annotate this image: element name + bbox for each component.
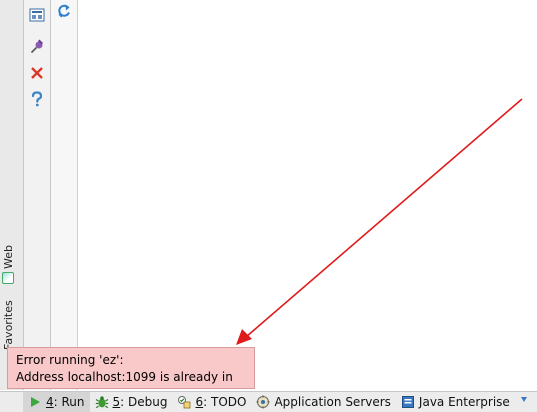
tab-application-servers[interactable]: Application Servers xyxy=(251,392,395,412)
tab-java-enterprise-label: Java Enterprise xyxy=(418,395,510,409)
tab-java-enterprise[interactable]: Java Enterprise xyxy=(396,392,515,412)
help-button[interactable] xyxy=(28,90,46,108)
refresh-icon xyxy=(58,4,70,18)
close-button[interactable] xyxy=(28,64,46,82)
pin-icon xyxy=(30,39,43,54)
tab-run[interactable]: 4: Run xyxy=(23,392,90,412)
tool-window-toolbar xyxy=(24,0,51,390)
bottom-tool-window-bar: 4: Run 5: Debug 6: TODO Application Serv… xyxy=(0,391,537,412)
debug-bug-icon xyxy=(95,395,109,409)
overflow-icon xyxy=(517,395,531,409)
tab-debug-label: 5: Debug xyxy=(112,395,168,409)
tab-todo-label: 6: TODO xyxy=(195,395,247,409)
help-icon xyxy=(31,91,43,107)
tab-web-label: Web xyxy=(2,245,15,269)
run-console-output[interactable] xyxy=(78,0,537,390)
java-enterprise-icon xyxy=(401,395,415,409)
pin-button[interactable] xyxy=(28,38,46,56)
run-icon xyxy=(28,395,42,409)
tab-application-servers-label: Application Servers xyxy=(274,395,391,409)
run-toolbar xyxy=(51,0,78,390)
tab-run-label: 4: Run xyxy=(46,395,85,409)
application-servers-icon xyxy=(256,395,270,409)
close-icon xyxy=(31,67,43,79)
web-icon xyxy=(2,272,15,284)
left-tool-strip: Web Favorites xyxy=(0,0,24,390)
tab-todo[interactable]: 6: TODO xyxy=(172,392,251,412)
tab-web[interactable]: Web xyxy=(2,238,15,284)
tab-overflow[interactable] xyxy=(515,392,533,412)
todo-icon xyxy=(177,395,191,409)
rerun-button[interactable] xyxy=(55,2,73,20)
tab-favorites-label: Favorites xyxy=(2,300,15,350)
error-title: Error running 'ez': xyxy=(16,353,124,367)
layout-icon xyxy=(29,8,45,22)
tab-debug[interactable]: 5: Debug xyxy=(90,392,173,412)
tab-favorites[interactable]: Favorites xyxy=(2,300,15,350)
error-balloon: Error running 'ez': Address localhost:10… xyxy=(7,347,255,401)
layout-button[interactable] xyxy=(28,6,46,24)
